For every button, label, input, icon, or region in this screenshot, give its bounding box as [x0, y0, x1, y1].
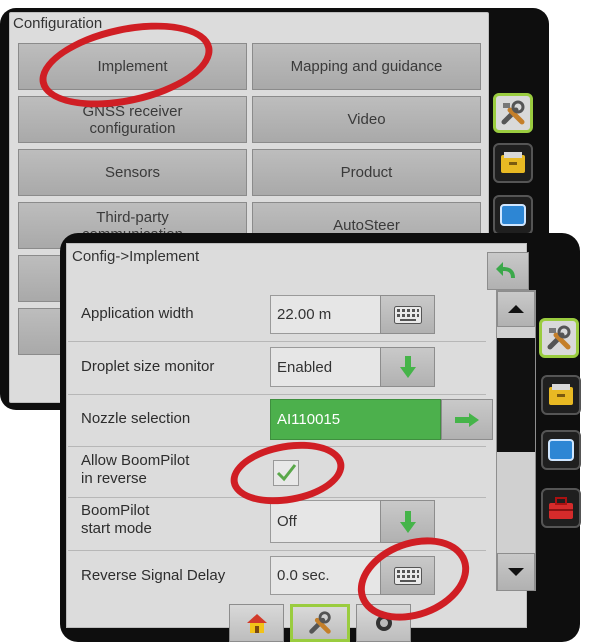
tools-icon	[501, 100, 525, 125]
droplet-size-monitor-dropdown-button[interactable]	[380, 347, 435, 387]
tools-icon	[547, 325, 571, 350]
scroll-up-button[interactable]	[497, 291, 535, 327]
nozzle-selection-next-button[interactable]	[441, 399, 493, 440]
boompilot-start-mode-value[interactable]: Off	[270, 500, 380, 543]
reverse-signal-delay-label: Reverse Signal Delay	[81, 567, 226, 584]
droplet-size-monitor-value[interactable]: Enabled	[270, 347, 380, 387]
scrollbar-thumb[interactable]	[497, 338, 535, 452]
nozzle-selection-value[interactable]: AI110015	[270, 399, 441, 440]
tools-bottom-tab[interactable]	[290, 604, 350, 642]
scroll-down-button[interactable]	[497, 553, 535, 591]
tools-tab[interactable]	[493, 93, 533, 133]
green-down-arrow-icon	[399, 356, 416, 378]
triangle-down-icon	[508, 568, 524, 576]
droplet-size-monitor-label: Droplet size monitor	[81, 358, 215, 375]
green-right-arrow-icon	[455, 412, 479, 427]
toolbox-icon	[549, 497, 573, 519]
console-icon	[549, 384, 573, 405]
application-width-keyboard-button[interactable]	[380, 295, 435, 334]
back-arrow-icon	[496, 262, 515, 278]
nozzle-selection-label: Nozzle selection	[81, 410, 191, 427]
display-icon	[500, 204, 526, 226]
home-tab[interactable]	[229, 604, 284, 642]
console-icon	[501, 152, 525, 173]
triangle-up-icon	[508, 305, 524, 313]
green-down-arrow-icon	[399, 510, 416, 533]
keyboard-icon	[393, 305, 422, 324]
boompilot-start-mode-label: BoomPilot start mode	[81, 502, 152, 537]
configuration-title: Configuration	[13, 15, 103, 32]
sensors-button[interactable]: Sensors	[18, 149, 247, 196]
display-tab[interactable]	[541, 430, 581, 470]
application-width-value[interactable]: 22.00 m	[270, 295, 380, 334]
row-divider	[68, 394, 486, 395]
product-button[interactable]: Product	[252, 149, 481, 196]
tools-tab[interactable]	[539, 318, 579, 358]
back-button[interactable]	[487, 252, 529, 290]
display-tab[interactable]	[493, 195, 533, 235]
console-tab[interactable]	[493, 143, 533, 183]
tools-icon	[309, 611, 331, 634]
video-button[interactable]: Video	[252, 96, 481, 143]
mapping-guidance-button[interactable]: Mapping and guidance	[252, 43, 481, 90]
allow-boompilot-reverse-label: Allow BoomPilot in reverse	[81, 452, 190, 487]
implement-title: Config->Implement	[72, 248, 200, 265]
console-tab[interactable]	[541, 375, 581, 415]
row-divider	[68, 341, 486, 342]
home-icon	[246, 614, 267, 633]
toolbox-tab[interactable]	[541, 488, 581, 528]
display-icon	[548, 439, 574, 461]
application-width-label: Application width	[81, 305, 194, 322]
